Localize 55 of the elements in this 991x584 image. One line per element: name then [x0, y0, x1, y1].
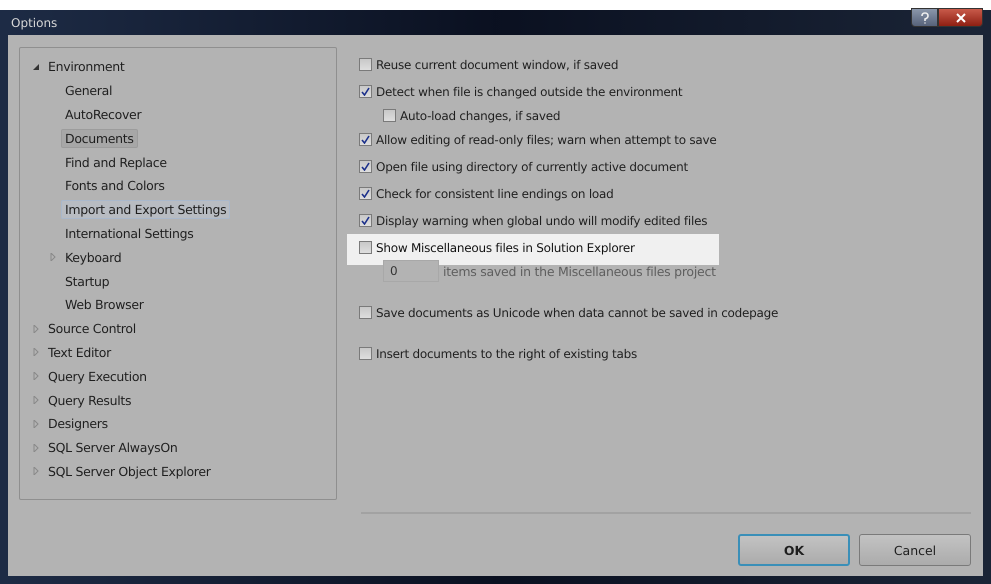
option-label[interactable]: Display warning when global undo will modify edited files: [376, 214, 708, 228]
checkbox[interactable]: [359, 214, 372, 227]
option-label[interactable]: Check for consistent line endings on load: [376, 186, 614, 200]
option-label[interactable]: Insert documents to the right of existing tabs: [376, 346, 637, 360]
dialog-button[interactable]: Cancel: [859, 534, 971, 566]
checkbox[interactable]: [359, 160, 372, 173]
option-label[interactable]: Allow editing of read-only files; warn when attempt to save: [376, 132, 717, 146]
help-button[interactable]: [911, 8, 938, 27]
option-label[interactable]: Open file using directory of currently active document: [376, 160, 688, 174]
collapsed-icon[interactable]: [32, 444, 40, 452]
close-button[interactable]: [938, 8, 983, 27]
option-label[interactable]: Auto-load changes, if saved: [400, 108, 560, 122]
checkbox[interactable]: [359, 58, 372, 71]
window-title: Options: [10, 16, 58, 30]
collapsed-icon[interactable]: [32, 396, 40, 404]
tree-item[interactable]: Source Control: [44, 319, 140, 338]
collapsed-icon[interactable]: [32, 324, 40, 333]
collapsed-icon[interactable]: [32, 420, 40, 428]
checkbox[interactable]: [359, 241, 372, 254]
tree-item[interactable]: AutoRecover: [61, 104, 146, 124]
tree-item[interactable]: International Settings: [61, 224, 198, 243]
tree-item[interactable]: Keyboard: [61, 248, 126, 267]
checkbox[interactable]: [359, 85, 372, 98]
checkbox[interactable]: [383, 109, 396, 122]
option-label[interactable]: Show Miscellaneous files in Solution Explorer: [376, 240, 635, 254]
tree-item[interactable]: Fonts and Colors: [61, 176, 169, 196]
tree-item[interactable]: Documents: [61, 128, 138, 148]
tree-item[interactable]: Designers: [44, 414, 112, 434]
checkbox[interactable]: [359, 347, 372, 360]
checkbox[interactable]: [359, 133, 372, 146]
option-label[interactable]: Save documents as Unicode when data cannot be saved in codepage: [376, 306, 778, 320]
dialog-button[interactable]: OK: [738, 534, 850, 566]
expanded-icon[interactable]: [32, 62, 40, 71]
checkbox[interactable]: [359, 187, 372, 200]
tree-item[interactable]: Query Results: [44, 390, 136, 410]
close-icon: [956, 12, 966, 22]
option-label[interactable]: Detect when file is changed outside the environment: [376, 84, 682, 98]
tree-item[interactable]: Environment: [44, 57, 129, 76]
help-icon: [920, 12, 930, 24]
tree-item[interactable]: Text Editor: [44, 342, 115, 362]
tree-item[interactable]: Query Execution: [44, 366, 151, 386]
tree-item[interactable]: Web Browser: [61, 295, 148, 314]
tree-item[interactable]: Import and Export Settings: [61, 200, 230, 220]
collapsed-icon[interactable]: [32, 467, 40, 476]
tree-item[interactable]: SQL Server Object Explorer: [44, 462, 215, 481]
tree-item[interactable]: Startup: [61, 272, 114, 291]
tree-item[interactable]: General: [61, 81, 116, 100]
checkbox[interactable]: [359, 306, 372, 319]
collapsed-icon[interactable]: [49, 253, 57, 262]
tree-item[interactable]: SQL Server AlwaysOn: [44, 438, 182, 458]
tree-item[interactable]: Find and Replace: [61, 152, 171, 172]
field-label: items saved in the Miscellaneous files project: [443, 264, 716, 278]
option-label[interactable]: Reuse current document window, if saved: [376, 58, 618, 72]
collapsed-icon[interactable]: [32, 348, 40, 356]
collapsed-icon[interactable]: [32, 372, 40, 380]
